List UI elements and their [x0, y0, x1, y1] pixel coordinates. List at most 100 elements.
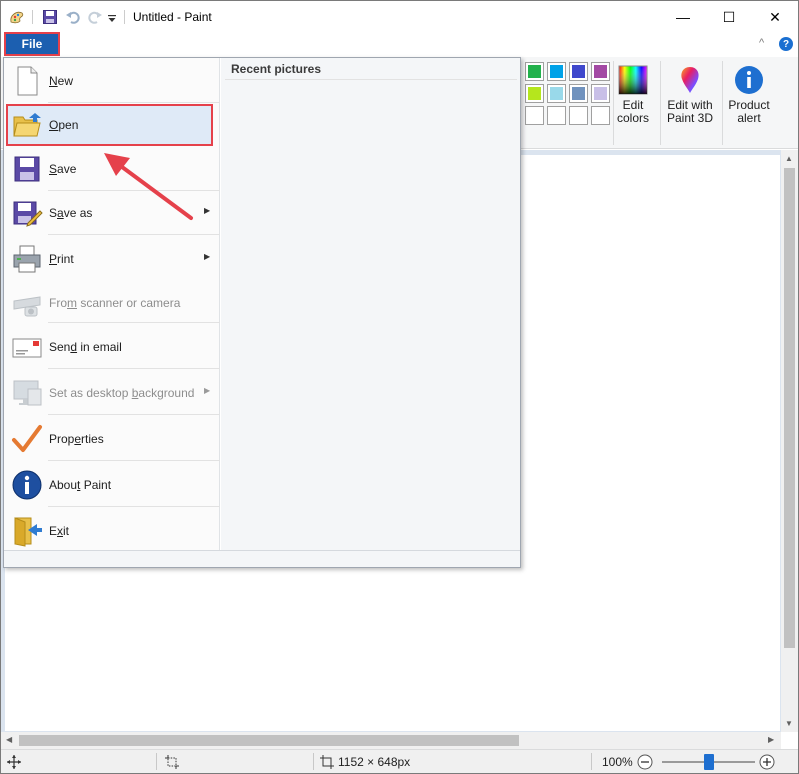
menu-item-print[interactable]: Print ▶	[4, 237, 220, 281]
status-divider	[313, 753, 314, 770]
ribbon-divider	[722, 61, 723, 145]
submenu-arrow-icon: ▶	[204, 386, 211, 395]
color-swatch-fill	[572, 65, 585, 78]
zoom-slider-thumb[interactable]	[703, 754, 714, 770]
title-bar: Untitled - Paint — ☐ ✕	[1, 1, 798, 33]
color-swatch-fill	[594, 87, 607, 100]
minimize-button[interactable]: —	[660, 1, 706, 33]
color-swatch[interactable]	[569, 106, 588, 125]
save-as-icon	[11, 197, 43, 229]
printer-icon	[11, 243, 43, 275]
scroll-up-icon[interactable]: ▲	[785, 154, 793, 163]
status-divider	[156, 753, 157, 770]
qat-divider	[124, 10, 125, 24]
selection-size-icon	[165, 755, 179, 769]
menu-item-open[interactable]: Open	[4, 103, 220, 147]
menu-item-label: Print	[49, 252, 74, 266]
image-dimensions: 1152 × 648px	[338, 755, 411, 769]
color-swatch[interactable]	[569, 84, 588, 103]
paint-window: Untitled - Paint — ☐ ✕ ^ ? Edit colors E…	[0, 0, 799, 774]
scroll-right-icon[interactable]: ▶	[768, 735, 774, 744]
recent-pictures-header: Recent pictures	[231, 62, 322, 76]
image-size-icon	[320, 755, 334, 769]
menu-divider	[48, 102, 220, 103]
menu-divider	[48, 368, 220, 369]
color-swatch[interactable]	[547, 106, 566, 125]
recent-divider	[225, 79, 517, 80]
submenu-arrow-icon: ▶	[204, 252, 211, 261]
menu-item-label: Exit	[49, 524, 70, 538]
color-swatch[interactable]	[547, 84, 566, 103]
zoom-percent: 100%	[602, 755, 633, 769]
color-swatch[interactable]	[591, 106, 610, 125]
color-swatch[interactable]	[591, 84, 610, 103]
info-alert-icon	[735, 66, 763, 94]
scroll-left-icon[interactable]: ◀	[6, 735, 12, 744]
undo-icon[interactable]	[65, 9, 81, 25]
vertical-scroll-thumb[interactable]	[784, 168, 795, 648]
menu-item-label: From scanner or camera	[49, 296, 181, 310]
color-swatch[interactable]	[591, 62, 610, 81]
menu-divider	[48, 506, 220, 507]
menu-divider	[48, 234, 220, 235]
color-swatch-fill	[528, 87, 541, 100]
paint3d-label-2: Paint 3D	[666, 111, 714, 125]
color-swatch[interactable]	[569, 62, 588, 81]
menu-divider	[48, 414, 220, 415]
edit-colors-label-2: colors	[616, 111, 649, 125]
scanner-icon	[11, 287, 43, 319]
menu-item-new[interactable]: New	[4, 59, 220, 103]
paint3d-icon	[681, 67, 699, 93]
save-icon[interactable]	[42, 9, 58, 25]
file-menu: Recent pictures New Open Save Save as ▶ Print…	[3, 57, 521, 568]
menu-item-label: Properties	[49, 432, 104, 446]
about-info-icon	[11, 469, 43, 501]
file-tab[interactable]: File	[4, 32, 60, 56]
close-button[interactable]: ✕	[752, 1, 798, 33]
maximize-icon: ☐	[722, 8, 736, 25]
annotation-arrow	[104, 153, 193, 220]
color-swatch-fill	[528, 65, 541, 78]
menu-item-label: Open	[49, 118, 79, 132]
desktop-background-icon	[11, 377, 43, 409]
redo-icon[interactable]	[87, 9, 103, 25]
menu-item-label: Save as	[49, 206, 93, 220]
color-swatch-fill	[594, 65, 607, 78]
scroll-down-icon[interactable]: ▼	[785, 719, 793, 728]
menu-item-properties[interactable]: Properties	[4, 417, 220, 461]
paint-app-icon[interactable]	[9, 9, 25, 25]
color-swatch[interactable]	[547, 62, 566, 81]
zoom-in-icon[interactable]	[759, 754, 775, 770]
edit-with-paint3d-button[interactable]: Edit with Paint 3D	[663, 63, 717, 125]
menu-item-label: Save	[49, 162, 77, 176]
edit-colors-button[interactable]: Edit colors	[612, 63, 654, 125]
horizontal-scroll-thumb[interactable]	[19, 735, 519, 746]
help-icon[interactable]: ?	[779, 37, 793, 51]
color-swatch[interactable]	[525, 62, 544, 81]
zoom-out-icon[interactable]	[637, 754, 653, 770]
menu-item-label: New	[49, 74, 74, 88]
properties-checkmark-icon	[11, 423, 43, 455]
open-folder-icon	[11, 109, 43, 141]
menu-item-exit[interactable]: Exit	[4, 509, 220, 553]
color-spectrum-icon	[618, 65, 648, 95]
color-swatch-fill	[550, 87, 563, 100]
menu-item-set-as-desktop-background: Set as desktop background ▶	[4, 371, 220, 415]
email-icon	[11, 331, 43, 363]
menu-item-send-in-email[interactable]: Send in email	[4, 325, 220, 369]
color-swatch[interactable]	[525, 84, 544, 103]
color-swatch-fill	[550, 65, 563, 78]
save-disk-icon	[11, 153, 43, 185]
color-swatch-fill	[572, 87, 585, 100]
menu-item-about-paint[interactable]: About Paint	[4, 463, 220, 507]
color-swatch[interactable]	[525, 106, 544, 125]
product-alert-button[interactable]: Product alert	[725, 63, 773, 125]
new-document-icon	[11, 65, 43, 97]
status-divider	[591, 753, 592, 770]
customize-qat-icon[interactable]	[107, 9, 117, 25]
ribbon-collapse-icon[interactable]: ^	[759, 37, 764, 49]
menu-item-label: About Paint	[49, 478, 112, 492]
recent-pictures-panel: Recent pictures	[221, 58, 520, 550]
menu-item-label: Send in email	[49, 340, 122, 354]
maximize-button[interactable]: ☐	[706, 1, 752, 33]
